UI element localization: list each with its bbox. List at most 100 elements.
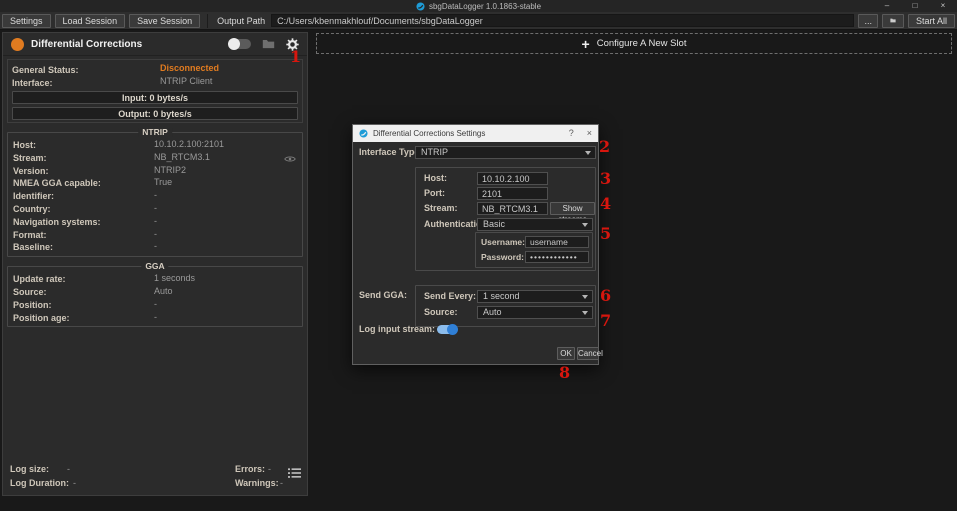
- log-size-value: -: [67, 464, 70, 474]
- toolbar-separator: [207, 14, 208, 28]
- username-label: Username:: [481, 236, 525, 249]
- chevron-down-icon: [582, 295, 588, 299]
- folder-icon: [890, 16, 896, 25]
- settings-button[interactable]: Settings: [2, 14, 51, 28]
- gga-source-label: Source:: [424, 306, 458, 319]
- annotation-7: 7: [600, 313, 611, 328]
- interface-type-label: Interface Type:: [359, 146, 422, 159]
- row-label: Host:: [13, 140, 36, 150]
- panel-footer: Log size: - Log Duration: - Errors: - Wa…: [10, 464, 301, 490]
- ntrip-row: Navigation systems:-: [8, 215, 302, 228]
- row-value: 1 seconds: [154, 272, 195, 285]
- interface-type-select[interactable]: NTRIP: [415, 146, 596, 159]
- log-list-button[interactable]: [288, 467, 302, 481]
- row-label: NMEA GGA capable:: [13, 178, 101, 188]
- gga-row: Position:-: [8, 298, 302, 311]
- cancel-button[interactable]: Cancel: [577, 347, 599, 360]
- interface-label: Interface:: [12, 78, 53, 88]
- maximize-button[interactable]: □: [901, 0, 929, 12]
- gga-row: Position age: -: [8, 311, 302, 324]
- port-input[interactable]: [477, 187, 548, 200]
- row-value: Auto: [154, 285, 173, 298]
- row-value: -: [154, 240, 157, 253]
- row-value: -: [154, 228, 157, 241]
- ntrip-row: Identifier:-: [8, 189, 302, 202]
- password-input[interactable]: [525, 251, 589, 263]
- authentication-select[interactable]: Basic: [477, 218, 593, 231]
- annotation-2: 2: [599, 139, 610, 154]
- row-value: -: [154, 202, 157, 215]
- row-value: -: [154, 215, 157, 228]
- stream-label: Stream:: [424, 202, 458, 215]
- panel-title: Differential Corrections: [31, 39, 142, 50]
- row-label: Position:: [13, 300, 52, 310]
- warnings-value: -: [280, 478, 283, 488]
- slot-enable-toggle[interactable]: [229, 39, 251, 49]
- errors-label: Errors:: [235, 464, 265, 474]
- output-path-input[interactable]: [271, 14, 854, 27]
- toggle-knob: [228, 38, 240, 50]
- errors-value: -: [268, 464, 271, 474]
- annotation-3: 3: [600, 171, 611, 186]
- warnings-label: Warnings:: [235, 478, 279, 488]
- send-gga-groupbox: Send Every: 1 second Source: Auto: [415, 285, 596, 327]
- chevron-down-icon: [582, 311, 588, 315]
- dialog-help-button[interactable]: ?: [569, 125, 574, 142]
- annotation-6: 6: [600, 288, 611, 303]
- save-session-button[interactable]: Save Session: [129, 14, 200, 28]
- log-input-stream-label: Log input stream:: [359, 323, 435, 336]
- row-value: NB_RTCM3.1: [154, 151, 210, 164]
- minimize-button[interactable]: –: [873, 0, 901, 12]
- configure-new-slot-button[interactable]: + Configure A New Slot: [316, 33, 952, 54]
- browse-ellipsis-button[interactable]: ...: [858, 14, 878, 28]
- chevron-down-icon: [585, 151, 591, 155]
- toggle-knob: [447, 324, 458, 335]
- send-every-value: 1 second: [483, 291, 520, 301]
- gga-source-value: Auto: [483, 307, 502, 317]
- annotation-4: 4: [600, 196, 611, 211]
- plus-icon: +: [582, 39, 590, 49]
- window-title-area: sbgDataLogger 1.0.1863-stable: [0, 0, 957, 12]
- username-input[interactable]: [525, 236, 589, 248]
- panel-header-actions: [229, 38, 299, 51]
- main-area: Differential Corrections: [0, 30, 957, 511]
- stream-input[interactable]: [477, 202, 548, 215]
- row-label: Position age:: [13, 313, 70, 323]
- show-streams-button[interactable]: Show streams: [550, 202, 595, 215]
- credentials-groupbox: Username: Password:: [475, 232, 593, 268]
- status-row: Interface: NTRIP Client: [8, 75, 302, 88]
- annotation-1: 1: [290, 49, 301, 64]
- window-title: sbgDataLogger 1.0.1863-stable: [429, 2, 541, 11]
- open-folder-button[interactable]: [882, 14, 904, 28]
- differential-corrections-panel: Differential Corrections: [2, 32, 308, 496]
- general-status-label: General Status:: [12, 65, 79, 75]
- output-rate-bar: Output: 0 bytes/s: [12, 107, 298, 120]
- send-every-label: Send Every:: [424, 290, 476, 303]
- dialog-controls: ? ×: [569, 125, 592, 142]
- password-label: Password:: [481, 251, 524, 264]
- ntrip-row: Format: -: [8, 228, 302, 241]
- application-window: sbgDataLogger 1.0.1863-stable – □ × Sett…: [0, 0, 957, 511]
- annotation-8: 8: [559, 365, 570, 380]
- row-value: NTRIP2: [154, 164, 186, 177]
- window-controls: – □ ×: [873, 0, 957, 12]
- ok-button[interactable]: OK: [557, 347, 575, 360]
- row-label: Format:: [13, 230, 47, 240]
- host-input[interactable]: [477, 172, 548, 185]
- configure-new-slot-label: Configure A New Slot: [597, 38, 687, 49]
- differential-corrections-settings-dialog: Differential Corrections Settings ? × In…: [352, 124, 599, 365]
- send-every-select[interactable]: 1 second: [477, 290, 593, 303]
- log-duration-label: Log Duration:: [10, 478, 69, 488]
- dialog-close-button[interactable]: ×: [587, 125, 592, 142]
- close-button[interactable]: ×: [929, 0, 957, 12]
- start-all-button[interactable]: Start All: [908, 14, 955, 28]
- interface-type-value: NTRIP: [421, 147, 448, 157]
- load-session-button[interactable]: Load Session: [55, 14, 126, 28]
- list-icon: [288, 467, 302, 479]
- gga-source-select[interactable]: Auto: [477, 306, 593, 319]
- log-input-stream-toggle[interactable]: [437, 325, 457, 334]
- folder-icon[interactable]: [262, 39, 275, 49]
- row-value: -: [154, 311, 157, 324]
- ntrip-group-legend: NTRIP: [138, 128, 172, 137]
- gga-group-legend: GGA: [141, 262, 168, 271]
